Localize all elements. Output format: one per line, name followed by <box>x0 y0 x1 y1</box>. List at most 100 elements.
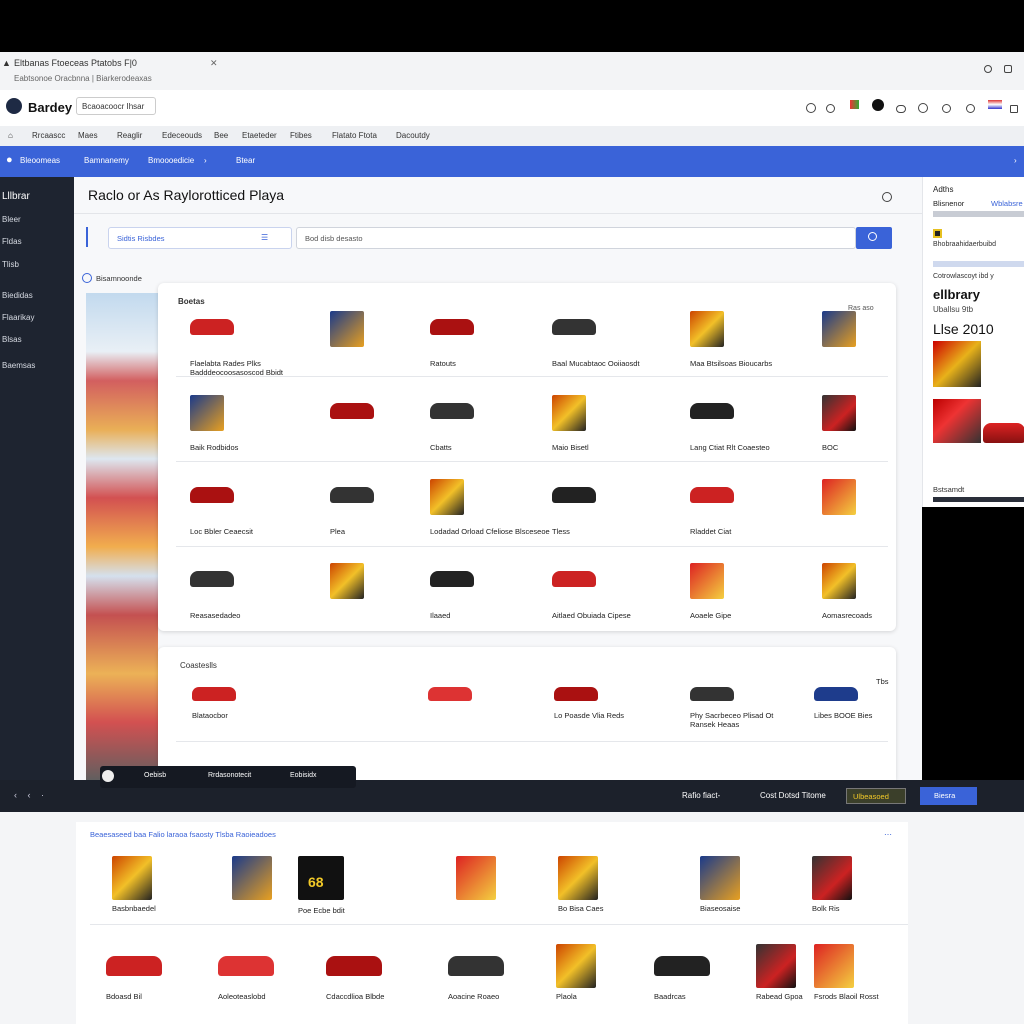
sidebar-item[interactable]: Tlisb <box>2 260 19 269</box>
game-title[interactable]: Lodadad Orload Cfeliose Blsceseoe <box>430 527 550 536</box>
lower-box-art[interactable] <box>814 944 854 988</box>
nav-expand-icon[interactable]: › <box>1014 156 1017 165</box>
lower-expand-icon[interactable]: ⋯ <box>884 830 892 839</box>
game-car-thumb[interactable] <box>430 403 474 419</box>
console-title[interactable]: Blataocbor <box>192 711 228 720</box>
console-title[interactable]: Lo Poasde Vlia Reds <box>554 711 624 720</box>
game-car-thumb[interactable] <box>190 571 234 587</box>
panel-car[interactable] <box>983 423 1024 443</box>
console-title[interactable]: Libes BOOE Bies <box>814 711 872 720</box>
lower-title[interactable]: Baadrcas <box>654 992 686 1001</box>
game-title[interactable]: Cbatts <box>430 443 452 452</box>
flag-icon[interactable] <box>850 100 859 109</box>
game-title[interactable]: Aitlaed Obuiada Cipese <box>552 611 631 620</box>
player-badge[interactable]: Ulbeasoed <box>846 788 906 804</box>
panel-item[interactable]: Cotrowlascoyt ibd y <box>933 273 994 280</box>
game-title[interactable]: BOC <box>822 443 838 452</box>
menu-item[interactable]: Reaglir <box>117 131 142 140</box>
lower-title[interactable]: Aoleoteaslobd <box>218 992 266 1001</box>
menu-home-icon[interactable]: ⌂ <box>8 131 13 140</box>
menu-item[interactable]: Maes <box>78 131 98 140</box>
globe-icon[interactable] <box>918 100 928 118</box>
lower-box-art[interactable]: 68 <box>298 856 344 900</box>
nav-logo-icon[interactable]: ● <box>6 154 13 166</box>
panel-box-art-2[interactable] <box>933 399 981 443</box>
app-logo-icon[interactable] <box>6 98 22 114</box>
lower-title[interactable]: Poe Ecbe bdit <box>298 906 345 915</box>
game-title[interactable]: Ilaaed <box>430 611 450 620</box>
console-title[interactable]: Phy Sacrbeceo Plisad Ot Ransek Heaas <box>690 711 773 729</box>
game-car-thumb[interactable] <box>552 487 596 503</box>
game-box-art[interactable] <box>822 311 856 347</box>
game-box-art[interactable] <box>552 395 586 431</box>
game-car-thumb[interactable] <box>330 487 374 503</box>
sync-icon[interactable] <box>966 100 975 118</box>
search-options-icon[interactable]: ☰ <box>261 233 268 242</box>
lower-box-art[interactable] <box>456 856 496 900</box>
game-title[interactable]: Loc Bbler Ceaecsit <box>190 527 253 536</box>
filter-input[interactable]: Bod disb desasto <box>296 227 856 249</box>
lower-title[interactable]: Aoacine Roaeo <box>448 992 499 1001</box>
panel-tab[interactable]: Blisnenor <box>933 199 964 208</box>
menu-item[interactable]: Dacoutdy <box>396 131 430 140</box>
app-logo-text[interactable]: Bardey <box>28 100 72 115</box>
console-thumb[interactable] <box>192 687 236 701</box>
lower-car-thumb[interactable] <box>448 956 504 976</box>
tab-title[interactable]: Eltbanas Ftoeceas Ptatobs F|0 <box>14 58 137 68</box>
search-button[interactable] <box>856 227 892 249</box>
page-search-icon[interactable] <box>882 189 892 207</box>
lower-title[interactable]: Plaola <box>556 992 577 1001</box>
account-icon[interactable] <box>872 99 884 111</box>
game-box-art[interactable] <box>822 563 856 599</box>
game-title[interactable]: Reasasedadeo <box>190 611 240 620</box>
sidebar-item[interactable]: Flaarikay <box>2 313 34 322</box>
lower-title[interactable]: Bolk Ris <box>812 904 840 913</box>
game-car-thumb[interactable] <box>690 403 734 419</box>
game-title[interactable]: Flaelabta Rades Plks Badddeocoosasoscod … <box>190 359 283 377</box>
player-chip[interactable]: Oebisb <box>144 772 166 779</box>
lower-title[interactable]: Cdaccdlioa Blbde <box>326 992 384 1001</box>
console-thumb[interactable] <box>554 687 598 701</box>
game-car-thumb[interactable] <box>330 403 374 419</box>
console-thumb[interactable] <box>814 687 858 701</box>
game-box-art[interactable] <box>822 395 856 431</box>
lower-box-art[interactable] <box>812 856 852 900</box>
menu-item[interactable]: Flatato Ftota <box>332 131 377 140</box>
console-thumb[interactable] <box>428 687 472 701</box>
lower-box-art[interactable] <box>558 856 598 900</box>
lower-car-thumb[interactable] <box>106 956 162 976</box>
game-title[interactable]: Plea <box>330 527 345 536</box>
sidebar-item[interactable]: Fldas <box>2 237 22 246</box>
tab-close-icon[interactable]: ✕ <box>210 58 218 69</box>
nav-chevron-icon[interactable]: › <box>204 156 207 165</box>
lower-title[interactable]: Rabead Gpoa <box>756 992 803 1001</box>
sidebar-item[interactable]: Bleer <box>2 215 21 224</box>
game-title[interactable]: Maio Bisetl <box>552 443 589 452</box>
menu-item[interactable]: Rrcaascc <box>32 131 65 140</box>
panel-item[interactable]: Bhobraahidaerbuibd <box>933 241 996 248</box>
console-title[interactable]: Tbs <box>876 677 889 686</box>
menu-icon[interactable] <box>1010 100 1018 118</box>
menu-item[interactable]: Bee <box>214 131 228 140</box>
sidebar-item[interactable]: Baemsas <box>2 361 35 370</box>
game-title[interactable]: Baik Rodbidos <box>190 443 238 452</box>
console-thumb[interactable] <box>690 687 734 701</box>
reload-icon[interactable] <box>984 60 992 78</box>
lower-title[interactable]: Biaseosaise <box>700 904 740 913</box>
window-icon[interactable] <box>1004 60 1012 78</box>
game-box-art[interactable] <box>822 479 856 515</box>
game-car-thumb[interactable] <box>430 571 474 587</box>
player-chip[interactable]: Eobisidx <box>290 772 316 779</box>
nav-item[interactable]: Bmoooedicie <box>148 156 194 165</box>
game-car-thumb[interactable] <box>190 487 234 503</box>
menu-item[interactable]: Ftibes <box>290 131 312 140</box>
lower-title[interactable]: Bdoasd Bil <box>106 992 142 1001</box>
settings-icon[interactable] <box>806 100 816 118</box>
search-icon-2[interactable] <box>942 100 951 118</box>
nav-item[interactable]: Bleoomeas <box>20 156 60 165</box>
header-search-chip[interactable]: Bcaoacoocr Ihsar <box>76 97 156 115</box>
game-box-art[interactable] <box>330 311 364 347</box>
player-prev-controls[interactable]: ‹ ‹ · <box>14 790 48 800</box>
game-car-thumb[interactable] <box>690 487 734 503</box>
game-box-art[interactable] <box>330 563 364 599</box>
